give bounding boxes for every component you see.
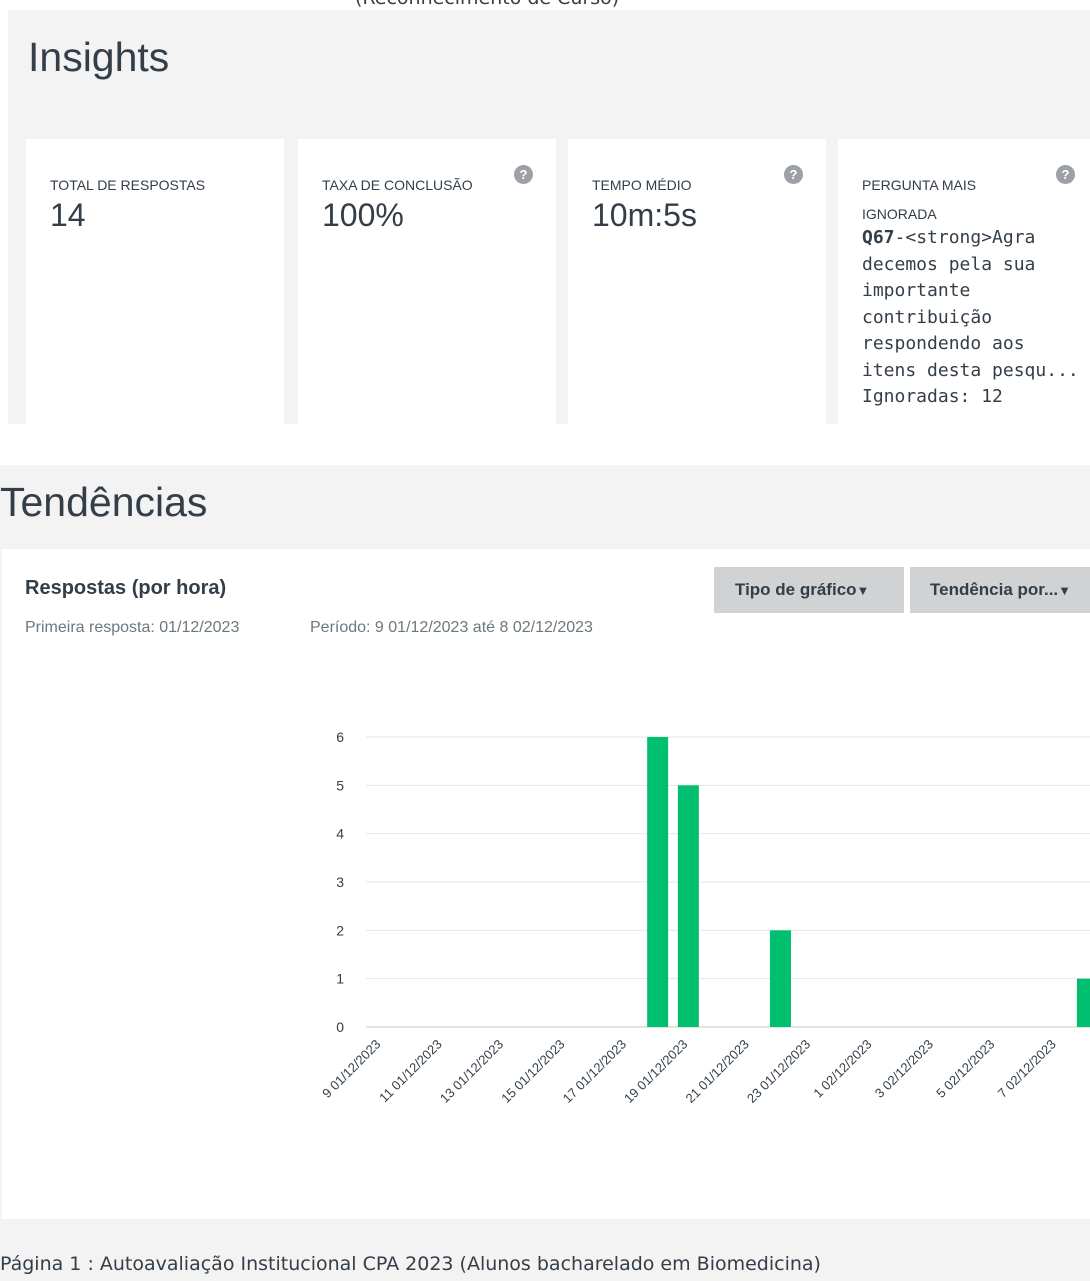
average-time-help-icon[interactable]: ? [784, 165, 803, 184]
most-skipped-question[interactable]: Q67-<strong>Agra decemos pela sua import… [862, 225, 1082, 411]
total-responses-card: TOTAL DE RESPOSTAS 14 [26, 139, 284, 434]
question-text-line: importante [862, 280, 971, 301]
x-tick-label: 11 01/12/2023 [376, 1037, 445, 1106]
period-text: Período: 9 01/12/2023 até 8 02/12/2023 [310, 619, 593, 636]
average-time-value: 10m:5s [592, 197, 697, 233]
completion-rate-help-icon[interactable]: ? [514, 165, 533, 184]
x-tick-label: 17 01/12/2023 [560, 1037, 629, 1106]
x-tick-label: 5 02/12/2023 [933, 1037, 997, 1101]
chart-bar[interactable] [677, 785, 699, 1027]
x-tick-label: 7 02/12/2023 [995, 1037, 1059, 1101]
y-tick-label: 2 [336, 922, 344, 938]
y-tick-label: 1 [336, 971, 344, 987]
y-tick-label: 4 [336, 826, 344, 842]
trends-title: Tendências [0, 479, 208, 525]
most-skipped-card: PERGUNTA MAIS IGNORADA ? Q67-<strong>Agr… [838, 139, 1090, 434]
y-tick-label: 3 [336, 874, 344, 890]
x-tick-label: 15 01/12/2023 [498, 1037, 567, 1106]
chevron-down-icon: ▼ [1058, 583, 1072, 598]
responses-chart-card: Respostas (por hora) Primeira resposta: … [2, 549, 1090, 1219]
question-id: Q67 [862, 227, 895, 248]
insights-title: Insights [28, 34, 170, 80]
total-responses-label: TOTAL DE RESPOSTAS [50, 177, 206, 193]
chart-type-button[interactable]: Tipo de gráfico▼ [714, 567, 904, 613]
x-tick-label: 9 01/12/2023 [319, 1037, 383, 1101]
completion-rate-value: 100% [322, 197, 404, 233]
completion-rate-label: TAXA DE CONCLUSÃO [322, 177, 473, 193]
trends-panel: Tendências Respostas (por hora) Primeira… [0, 465, 1090, 1281]
x-tick-label: 19 01/12/2023 [621, 1037, 690, 1106]
completion-rate-card: TAXA DE CONCLUSÃO ? 100% [298, 139, 556, 434]
y-tick-label: 5 [336, 777, 344, 793]
survey-title-cut: (Reconhecimento de Curso) [0, 0, 1090, 10]
chevron-down-icon: ▼ [856, 583, 870, 598]
chart-bar[interactable] [647, 737, 669, 1027]
x-tick-label: 1 02/12/2023 [810, 1037, 874, 1101]
x-tick-label: 21 01/12/2023 [682, 1037, 751, 1106]
skipped-count: Ignoradas: 12 [862, 386, 1003, 407]
chart-type-label: Tipo de gráfico [735, 580, 857, 599]
responses-bar-chart: 0 1 2 3 4 5 6 9 01/12/202311 01/12/202313 01/12… [319, 729, 1090, 1106]
page-footer-label: Página 1 : Autoavaliação Institucional C… [0, 1253, 821, 1275]
first-response-text: Primeira resposta: 01/12/2023 [25, 619, 240, 636]
question-text-line: itens desta pesqu... [862, 359, 1079, 381]
question-text-line: respondendo aos [862, 333, 1025, 354]
average-time-card: TEMPO MÉDIO ? 10m:5s [568, 139, 826, 434]
x-tick-label: 23 01/12/2023 [744, 1037, 813, 1106]
x-tick-label: 3 02/12/2023 [872, 1037, 936, 1101]
y-tick-label: 0 [336, 1019, 344, 1035]
total-responses-value: 14 [50, 197, 86, 233]
chart-bar[interactable] [1076, 978, 1090, 1027]
insights-panel: Insights TOTAL DE RESPOSTAS 14 TAXA DE C… [8, 10, 1090, 434]
survey-title-fragment: (Reconhecimento de Curso) [355, 0, 619, 9]
trend-by-button[interactable]: Tendência por...▼ [910, 567, 1090, 613]
most-skipped-label: PERGUNTA MAIS IGNORADA [862, 170, 976, 229]
question-text-line: decemos pela sua [862, 253, 1036, 275]
question-text-line: contribuição [862, 306, 993, 328]
chart-title: Respostas (por hora) [25, 577, 227, 599]
trend-by-label: Tendência por... [930, 580, 1059, 599]
average-time-label: TEMPO MÉDIO [592, 177, 692, 193]
most-skipped-help-icon[interactable]: ? [1056, 165, 1075, 184]
x-tick-label: 13 01/12/2023 [437, 1037, 506, 1106]
chart-bar[interactable] [769, 930, 791, 1027]
most-skipped-label-line1: PERGUNTA MAIS [862, 177, 977, 193]
y-tick-label: 6 [336, 729, 344, 745]
question-text-line: -<strong>Agra [894, 227, 1036, 248]
